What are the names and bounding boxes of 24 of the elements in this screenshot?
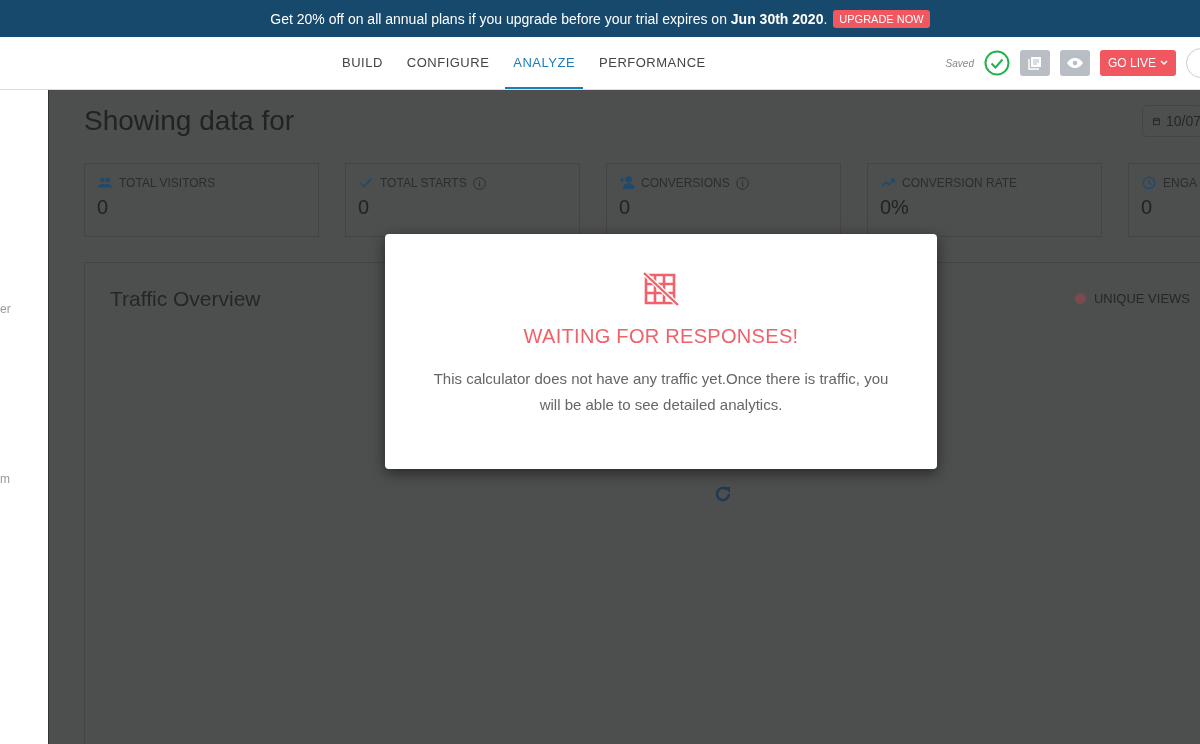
upgrade-button[interactable]: UPGRADE NOW xyxy=(833,9,930,28)
modal-message: This calculator does not have any traffic yet.Once there is traffic, you will be able to see detailed analytics. xyxy=(432,369,890,415)
modal-title: WAITING FOR RESPONSES! xyxy=(523,325,799,348)
refresh-icon[interactable] xyxy=(713,484,733,504)
eye-icon xyxy=(1066,58,1083,68)
stat-icon xyxy=(619,176,635,190)
nav-tab[interactable]: PERFORMANCE xyxy=(591,37,714,89)
caret-icon xyxy=(1160,60,1168,66)
copy-icon xyxy=(1027,56,1042,70)
sidebar-item[interactable]: m xyxy=(0,472,10,486)
saved-label: Saved xyxy=(945,57,974,69)
nav-tab[interactable]: BUILD xyxy=(334,37,391,89)
go-live-button[interactable]: GO LIVE xyxy=(1099,50,1176,76)
stat-icon xyxy=(1141,176,1157,190)
nav-tab[interactable]: CONFIGURE xyxy=(398,37,498,89)
no-grid-icon xyxy=(642,271,680,307)
promo-text: Get 20% off on all annual plans if you upgrade before your trial expires on Jun 30th 2020. xyxy=(270,10,828,27)
check-circle-icon xyxy=(983,50,1010,76)
copy-button[interactable] xyxy=(1019,50,1050,76)
stat-icon xyxy=(880,176,896,190)
stat-icon xyxy=(97,176,113,190)
stat-icon xyxy=(358,176,374,190)
preview-button[interactable] xyxy=(1059,50,1090,76)
sidebar-item[interactable]: er xyxy=(0,302,10,316)
